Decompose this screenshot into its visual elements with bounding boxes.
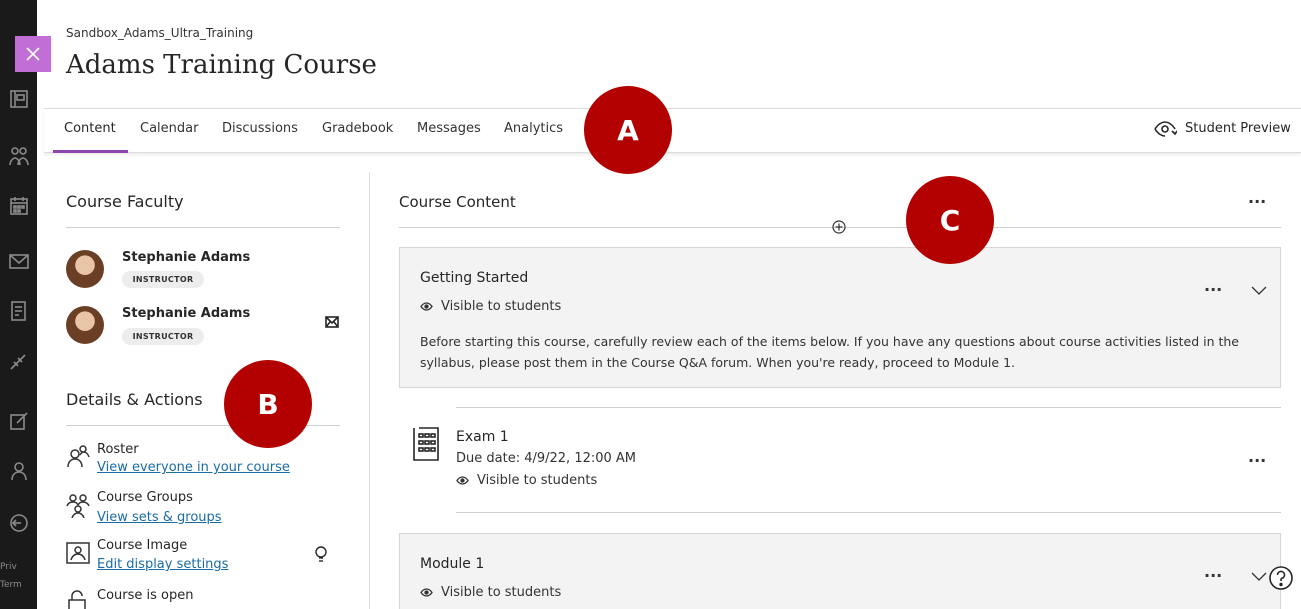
- student-preview-icon: [1154, 121, 1177, 137]
- course-faculty-heading: Course Faculty: [66, 192, 184, 211]
- role-badge: INSTRUCTOR: [122, 328, 204, 345]
- student-preview-label: Student Preview: [1185, 120, 1291, 136]
- due-date: Due date: 4/9/22, 12:00 AM: [456, 451, 637, 466]
- faculty-name[interactable]: Stephanie Adams: [122, 250, 250, 265]
- visibility-status[interactable]: Visible to students: [420, 299, 561, 314]
- active-tab-indicator: [53, 150, 128, 153]
- close-course-button[interactable]: [15, 36, 51, 72]
- tab-gradebook[interactable]: Gradebook: [322, 121, 393, 136]
- tab-analytics[interactable]: Analytics: [504, 121, 563, 136]
- annotation-marker-b: B: [224, 360, 312, 448]
- item-more-button[interactable]: ···: [1204, 566, 1222, 585]
- edit-icon[interactable]: [8, 410, 30, 432]
- view-groups-link[interactable]: View sets & groups: [97, 510, 222, 525]
- faculty-name[interactable]: Stephanie Adams: [122, 306, 250, 321]
- course-tab-bar: Content Calendar Discussions Gradebook M…: [44, 108, 1301, 153]
- left-navigation-rail: Priv Term: [0, 0, 37, 609]
- eye-icon: [420, 588, 433, 597]
- visibility-status[interactable]: Visible to students: [456, 473, 597, 488]
- item-divider: [456, 512, 1281, 513]
- course-breadcrumb: Sandbox_Adams_Ultra_Training: [66, 26, 254, 40]
- item-more-button[interactable]: ···: [1248, 451, 1266, 470]
- item-description: Before starting this course, carefully r…: [420, 334, 1239, 370]
- annotation-marker-a: A: [584, 86, 672, 174]
- role-badge: INSTRUCTOR: [122, 271, 204, 288]
- eye-icon: [420, 302, 433, 311]
- item-divider: [456, 407, 1281, 408]
- test-icon: [413, 427, 439, 461]
- profile-icon[interactable]: [8, 460, 30, 482]
- edit-display-settings-link[interactable]: Edit display settings: [97, 557, 228, 572]
- visibility-label: Visible to students: [477, 473, 598, 488]
- avatar[interactable]: [66, 306, 104, 344]
- details-actions-heading: Details & Actions: [66, 390, 203, 409]
- tab-content[interactable]: Content: [64, 121, 116, 136]
- course-content-heading: Course Content: [399, 193, 516, 211]
- avatar[interactable]: [66, 250, 104, 288]
- course-content-more-button[interactable]: ···: [1248, 192, 1266, 211]
- roster-title: Roster: [97, 442, 139, 457]
- course-image-title: Course Image: [97, 538, 188, 553]
- faculty-divider: [66, 227, 340, 228]
- send-message-icon[interactable]: [325, 316, 339, 328]
- activity-stream-icon[interactable]: [8, 88, 30, 110]
- visibility-status[interactable]: Visible to students: [420, 585, 561, 600]
- chevron-down-icon[interactable]: [1250, 570, 1268, 582]
- terms-link[interactable]: Term: [0, 580, 22, 590]
- visibility-label: Visible to students: [441, 299, 562, 314]
- annotation-marker-c: C: [906, 176, 994, 264]
- eye-icon: [456, 476, 469, 485]
- tab-messages[interactable]: Messages: [417, 121, 481, 136]
- privacy-link[interactable]: Priv: [0, 562, 17, 572]
- image-icon: [65, 540, 91, 566]
- add-content-button[interactable]: [832, 220, 846, 234]
- grades-icon[interactable]: [8, 300, 30, 322]
- view-roster-link[interactable]: View everyone in your course: [97, 460, 290, 475]
- messages-icon[interactable]: [8, 250, 30, 272]
- roster-icon: [65, 443, 91, 469]
- item-title[interactable]: Getting Started: [420, 270, 528, 286]
- item-title[interactable]: Module 1: [420, 556, 484, 572]
- lightbulb-icon[interactable]: [314, 545, 328, 563]
- lock-open-icon: [65, 588, 91, 609]
- folder-module-1[interactable]: Module 1 Visible to students ···: [399, 533, 1281, 609]
- tab-calendar[interactable]: Calendar: [140, 121, 198, 136]
- exam-title[interactable]: Exam 1: [456, 429, 509, 445]
- chevron-down-icon[interactable]: [1250, 284, 1268, 296]
- organizations-icon[interactable]: [8, 145, 30, 167]
- visibility-label: Visible to students: [441, 585, 562, 600]
- course-title: Adams Training Course: [66, 50, 377, 80]
- tab-discussions[interactable]: Discussions: [222, 121, 298, 136]
- item-more-button[interactable]: ···: [1204, 280, 1222, 299]
- folder-getting-started[interactable]: Getting Started Visible to students Befo…: [399, 247, 1281, 388]
- close-icon: [26, 47, 40, 61]
- help-icon[interactable]: [1268, 565, 1294, 591]
- sign-out-icon[interactable]: [8, 512, 30, 534]
- course-groups-title: Course Groups: [97, 490, 193, 505]
- groups-icon: [65, 492, 91, 519]
- student-preview-button[interactable]: Student Preview: [1153, 119, 1291, 137]
- course-open-status[interactable]: Course is open: [97, 588, 193, 603]
- calendar-icon[interactable]: [8, 195, 30, 217]
- tools-icon[interactable]: [8, 350, 30, 372]
- column-divider: [369, 172, 370, 609]
